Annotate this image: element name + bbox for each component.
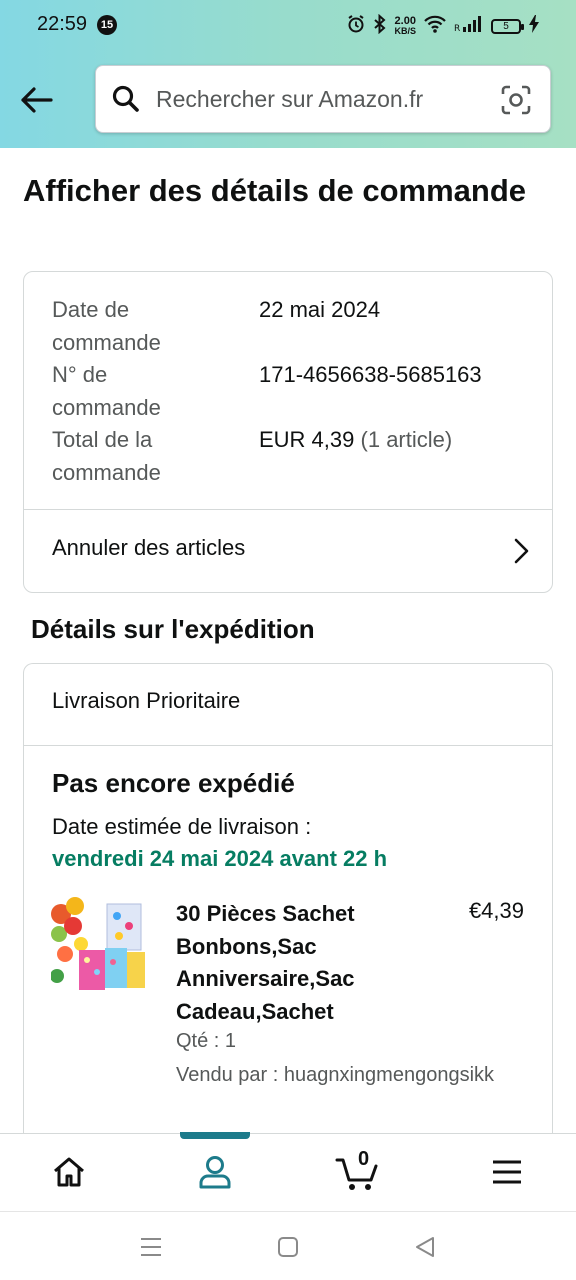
cancel-items-label: Annuler des articles [52, 535, 246, 560]
back-system-button[interactable] [412, 1234, 438, 1260]
shipping-method: Livraison Prioritaire [52, 688, 241, 713]
product-quantity: Qté : 1 [176, 1030, 237, 1052]
product-image[interactable] [50, 896, 147, 996]
bluetooth-icon [373, 13, 387, 39]
search-icon [110, 83, 142, 115]
shipment-status: Pas encore expédié [52, 768, 295, 798]
order-number-label: N° de commande [52, 362, 161, 420]
chevron-right-icon [514, 538, 529, 564]
shipment-card: Livraison Prioritaire Pas encore expédié… [23, 663, 553, 1143]
charging-icon [528, 14, 540, 39]
home-system-button[interactable] [275, 1234, 301, 1260]
delivery-estimate-label: Date estimée de livraison : [52, 814, 312, 839]
wifi-icon [423, 14, 447, 39]
status-icons: 2.00 KB/S R 5 [346, 13, 540, 39]
delivery-estimate-date: vendredi 24 mai 2024 avant 22 h [52, 846, 388, 871]
order-date-value: 22 mai 2024 [259, 297, 381, 322]
hamburger-menu-icon [493, 1160, 521, 1184]
product-seller: Vendu par : huagnxingmengongsikk [176, 1064, 495, 1086]
notification-badge: 15 [97, 15, 117, 35]
square-icon [278, 1237, 298, 1257]
user-icon [199, 1156, 231, 1189]
cart-count: 0 [358, 1148, 370, 1170]
shipping-section-title: Détails sur l'expédition [31, 614, 315, 644]
search-input[interactable] [156, 85, 486, 113]
product-title-link[interactable]: 30 Pièces Sachet Bonbons,Sac Anniversair… [176, 898, 391, 1028]
network-speed: 2.00 KB/S [394, 16, 416, 36]
back-button[interactable] [16, 80, 56, 120]
order-summary-card: Date de commande 22 mai 2024 N° de comma… [23, 271, 553, 593]
cancel-items-button[interactable]: Annuler des articles [24, 510, 552, 593]
alarm-icon [346, 14, 366, 39]
total-item-count: (1 article) [360, 427, 453, 452]
speed-unit: KB/S [394, 26, 416, 36]
active-tab-indicator [180, 1132, 250, 1139]
status-bar: 22:59 15 2.00 KB/S R 5 [0, 0, 576, 52]
order-total-value: EUR 4,39 (1 article) [259, 423, 452, 456]
order-total-label: Total de la commande [52, 427, 161, 485]
total-amount: EUR 4,39 [259, 427, 355, 452]
order-number-value: 171-4656638-5685163 [259, 362, 482, 387]
nav-cart[interactable]: 0 [334, 1148, 384, 1194]
page-title: Afficher des détails de commande [23, 173, 527, 208]
home-icon [54, 1157, 84, 1187]
signal-icon: R [454, 14, 484, 39]
product-price: €4,39 [468, 898, 524, 923]
nav-menu[interactable] [482, 1150, 532, 1194]
nav-home[interactable] [44, 1150, 94, 1194]
recent-apps-button[interactable] [138, 1234, 164, 1260]
svg-text:R: R [454, 24, 460, 34]
header: 22:59 15 2.00 KB/S R 5 [0, 0, 576, 148]
arrow-left-icon [21, 87, 53, 113]
divider [24, 745, 552, 746]
order-date-label: Date de commande [52, 297, 161, 355]
menu-lines-icon [141, 1238, 161, 1256]
triangle-back-icon [416, 1237, 434, 1257]
system-nav-bar [0, 1211, 576, 1280]
camera-lens-icon[interactable] [500, 84, 532, 116]
search-bar[interactable] [95, 65, 551, 133]
nav-account[interactable] [190, 1150, 240, 1194]
battery-icon: 5 [491, 18, 524, 34]
bottom-nav: 0 [0, 1132, 576, 1211]
status-time: 22:59 [37, 13, 88, 35]
